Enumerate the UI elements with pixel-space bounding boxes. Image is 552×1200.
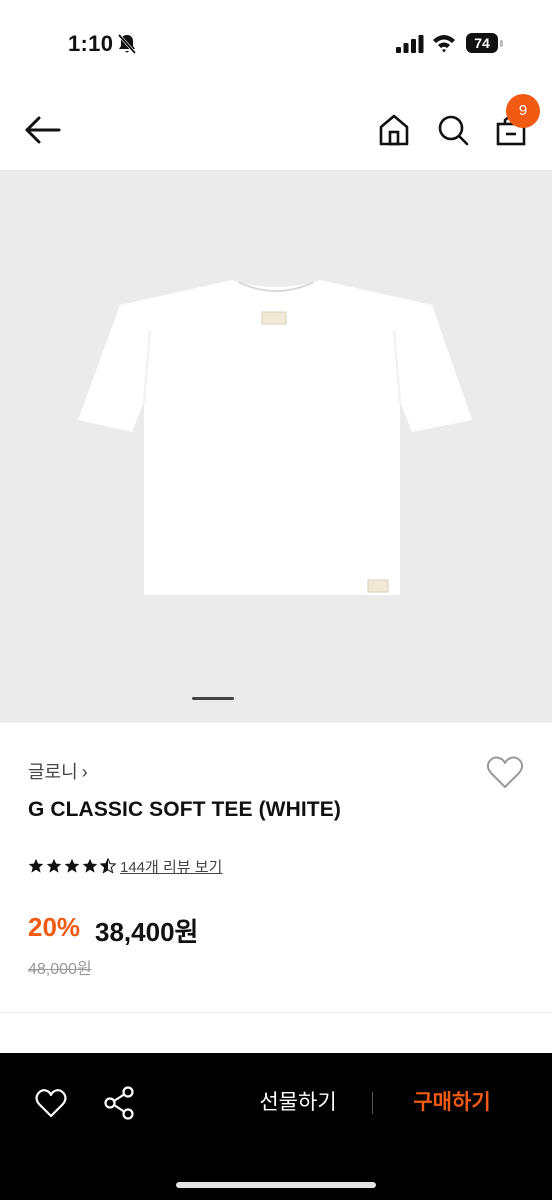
home-icon <box>379 114 409 146</box>
wifi-icon <box>433 35 455 53</box>
brand-link[interactable]: 글로니 › <box>28 758 88 784</box>
product-image-carousel[interactable] <box>0 170 552 723</box>
battery-icon: 74 <box>466 33 503 55</box>
back-button[interactable] <box>22 110 64 150</box>
star-icon <box>64 858 80 873</box>
star-half-icon <box>100 858 116 874</box>
signal-icon <box>396 35 424 53</box>
share-icon <box>104 1086 134 1120</box>
cart-count-badge: 9 <box>506 94 540 128</box>
battery-level: 74 <box>474 35 490 51</box>
heart-outline-icon <box>486 756 524 788</box>
share-button[interactable] <box>102 1085 136 1121</box>
back-arrow-icon <box>25 116 61 144</box>
top-nav-bar <box>0 88 552 170</box>
rating-stars <box>28 858 116 874</box>
star-icon <box>28 858 44 873</box>
home-button[interactable] <box>376 110 412 150</box>
wishlist-button[interactable] <box>485 754 525 790</box>
home-indicator <box>176 1182 376 1188</box>
t-shirt-image <box>78 280 472 595</box>
chevron-right-icon: › <box>81 762 88 782</box>
buy-button[interactable]: 구매하기 <box>398 1086 506 1116</box>
bottom-wishlist-button[interactable] <box>34 1087 68 1119</box>
discount-rate: 20% <box>28 912 81 942</box>
bell-muted-icon <box>117 34 137 54</box>
brand-name: 글로니 <box>28 762 78 782</box>
heart-outline-icon <box>35 1089 67 1118</box>
original-price: 48,000원 <box>28 961 92 978</box>
search-button[interactable] <box>434 110 472 150</box>
star-icon <box>46 858 62 873</box>
sale-price: 38,400원 <box>95 917 199 947</box>
status-bar: 1:10 74 <box>0 0 552 88</box>
status-time: 1:10 <box>68 31 114 56</box>
section-divider <box>0 1012 552 1013</box>
bar-separator <box>372 1092 373 1114</box>
gift-button[interactable]: 선물하기 <box>240 1086 356 1116</box>
review-link[interactable]: 144개 리뷰 보기 <box>120 856 222 877</box>
search-icon <box>438 115 469 146</box>
product-title: G CLASSIC SOFT TEE (WHITE) <box>28 798 341 821</box>
carousel-indicator <box>192 697 234 700</box>
star-icon <box>82 858 98 873</box>
bottom-action-bar <box>0 1053 552 1200</box>
